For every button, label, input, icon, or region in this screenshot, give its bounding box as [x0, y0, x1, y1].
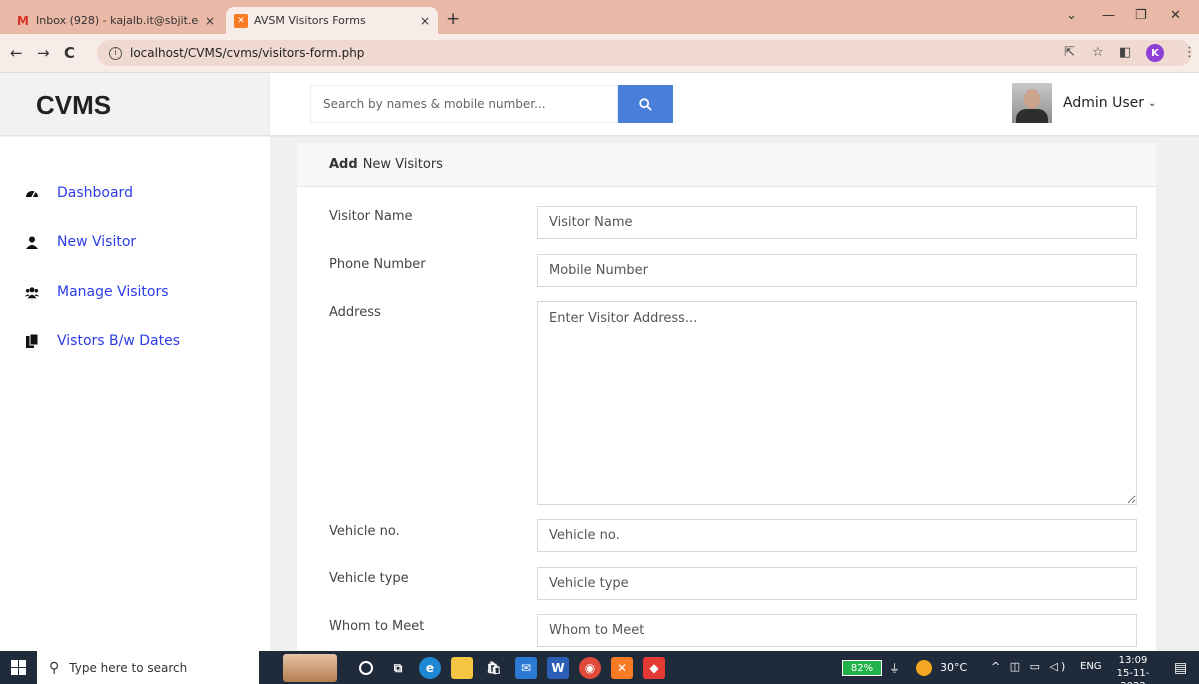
- edge-icon[interactable]: e: [419, 657, 441, 679]
- visitor-name-label: Visitor Name: [329, 209, 413, 224]
- word-icon[interactable]: W: [547, 657, 569, 679]
- battery-indicator[interactable]: 82%: [842, 660, 882, 676]
- vehicle-no-field[interactable]: [537, 519, 1137, 552]
- vehicle-type-field[interactable]: [537, 567, 1137, 600]
- notification-icon[interactable]: ▤: [1174, 660, 1187, 676]
- forward-arrow-icon[interactable]: →: [37, 44, 50, 62]
- store-icon[interactable]: 🛍: [483, 657, 505, 679]
- taskbar-search[interactable]: ⚲ Type here to search: [37, 651, 259, 684]
- minimize-icon[interactable]: —: [1102, 8, 1115, 23]
- anydesk-icon[interactable]: ◆: [643, 657, 665, 679]
- address-label: Address: [329, 305, 381, 320]
- address-bar-row: ← → C i localhost/CVMS/cvms/visitors-for…: [0, 34, 1199, 73]
- users-icon: [25, 285, 39, 299]
- sidebar-item-label: Dashboard: [57, 185, 133, 201]
- windows-start-icon[interactable]: [11, 660, 26, 675]
- cortana-icon[interactable]: [359, 661, 373, 675]
- phone-number-label: Phone Number: [329, 257, 426, 272]
- taskbar-search-placeholder: Type here to search: [69, 660, 188, 675]
- visitor-form-card: Add New Visitors Visitor Name Phone Numb…: [297, 143, 1156, 663]
- tab-title: AVSM Visitors Forms: [254, 14, 366, 27]
- tab-title: Inbox (928) - kajalb.it@sbjit.edu.: [36, 14, 199, 27]
- search-icon: ⚲: [49, 659, 60, 676]
- chevron-down-icon: ⌄: [1147, 97, 1157, 109]
- search-input[interactable]: [310, 85, 618, 123]
- user-icon: [25, 235, 39, 249]
- browser-tab-strip: M Inbox (928) - kajalb.it@sbjit.edu. × ✕…: [0, 0, 1199, 34]
- dashboard-icon: [25, 186, 39, 200]
- whom-to-meet-label: Whom to Meet: [329, 619, 425, 634]
- card-header-title: New Visitors: [362, 157, 443, 172]
- user-avatar[interactable]: [1012, 83, 1052, 123]
- visitor-name-field[interactable]: [537, 206, 1137, 239]
- search-icon: [639, 97, 652, 111]
- sidebar: Dashboard New Visitor Manage Visitors Vi…: [0, 137, 270, 651]
- xampp-icon: ✕: [234, 13, 248, 28]
- search-button[interactable]: [618, 85, 673, 123]
- top-header: Admin User ⌄: [270, 73, 1199, 136]
- bookmark-star-icon[interactable]: ☆: [1092, 45, 1104, 60]
- phone-number-field[interactable]: [537, 254, 1137, 287]
- tab-close-icon[interactable]: ×: [420, 14, 430, 28]
- xampp-icon[interactable]: ✕: [611, 657, 633, 679]
- card-header-bold: Add: [329, 157, 358, 172]
- address-field[interactable]: [537, 301, 1137, 505]
- new-tab-button[interactable]: +: [446, 9, 460, 29]
- vehicle-type-label: Vehicle type: [329, 571, 409, 586]
- sidebar-item-new-visitor[interactable]: New Visitor: [25, 234, 136, 250]
- gmail-icon: M: [17, 13, 29, 28]
- tab-close-icon[interactable]: ×: [205, 14, 215, 28]
- menu-kebab-icon[interactable]: ⋮: [1183, 45, 1196, 60]
- sidebar-item-dashboard[interactable]: Dashboard: [25, 185, 133, 201]
- browser-tab-visitors-form[interactable]: ✕ AVSM Visitors Forms ×: [226, 7, 438, 34]
- restore-icon[interactable]: ❐: [1135, 8, 1147, 23]
- weather-sun-icon[interactable]: [916, 660, 932, 676]
- reload-icon[interactable]: C: [64, 44, 75, 62]
- language-indicator[interactable]: ENG: [1080, 661, 1102, 672]
- whom-to-meet-field[interactable]: [537, 614, 1137, 647]
- sidebar-item-label: New Visitor: [57, 234, 137, 250]
- share-icon[interactable]: ⇱: [1064, 45, 1075, 60]
- card-header: Add New Visitors: [297, 143, 1156, 187]
- mail-icon[interactable]: ✉: [515, 657, 537, 679]
- main-content: Add New Visitors Visitor Name Phone Numb…: [270, 137, 1199, 663]
- sidebar-item-label: Manage Visitors: [57, 284, 169, 300]
- user-menu[interactable]: Admin User ⌄: [1063, 95, 1156, 111]
- task-view-icon[interactable]: ⧉: [387, 657, 409, 679]
- url-bar[interactable]: i localhost/CVMS/cvms/visitors-form.php: [97, 40, 1192, 66]
- user-name: Admin User: [1063, 95, 1144, 111]
- url-text: localhost/CVMS/cvms/visitors-form.php: [130, 46, 365, 60]
- browser-tab-inbox[interactable]: M Inbox (928) - kajalb.it@sbjit.edu. ×: [8, 7, 223, 34]
- tab-search-chevron-icon[interactable]: ⌄: [1066, 8, 1077, 23]
- file-explorer-icon[interactable]: [451, 657, 473, 679]
- sidebar-item-label: Vistors B/w Dates: [57, 333, 180, 349]
- back-arrow-icon[interactable]: ←: [10, 44, 23, 62]
- close-window-icon[interactable]: ✕: [1170, 8, 1181, 23]
- clock-time: 13:09: [1118, 655, 1148, 666]
- side-panel-icon[interactable]: ◧: [1119, 45, 1131, 60]
- clock[interactable]: 13:09 15-11-2022: [1107, 654, 1159, 684]
- news-widget-icon[interactable]: [283, 654, 337, 682]
- profile-avatar[interactable]: K: [1146, 44, 1164, 62]
- system-tray-icons[interactable]: ^ ◫ ▭ ◁): [991, 660, 1068, 673]
- brand-logo-text[interactable]: CVMS: [36, 90, 111, 121]
- info-icon[interactable]: i: [109, 46, 122, 60]
- brand-area: CVMS: [0, 73, 270, 136]
- clock-date: 15-11-2022: [1116, 668, 1150, 684]
- sidebar-item-visitors-between-dates[interactable]: Vistors B/w Dates: [25, 333, 180, 349]
- chrome-icon[interactable]: ◉: [579, 657, 601, 679]
- temperature[interactable]: 30°C: [940, 661, 967, 674]
- vehicle-no-label: Vehicle no.: [329, 524, 400, 539]
- windows-taskbar: ⚲ Type here to search ⧉ e 🛍 ✉ W ◉ ✕ ◆ 82…: [0, 651, 1199, 684]
- power-plug-icon: ⏚: [889, 662, 900, 675]
- copy-icon: [25, 334, 39, 348]
- sidebar-item-manage-visitors[interactable]: Manage Visitors: [25, 284, 169, 300]
